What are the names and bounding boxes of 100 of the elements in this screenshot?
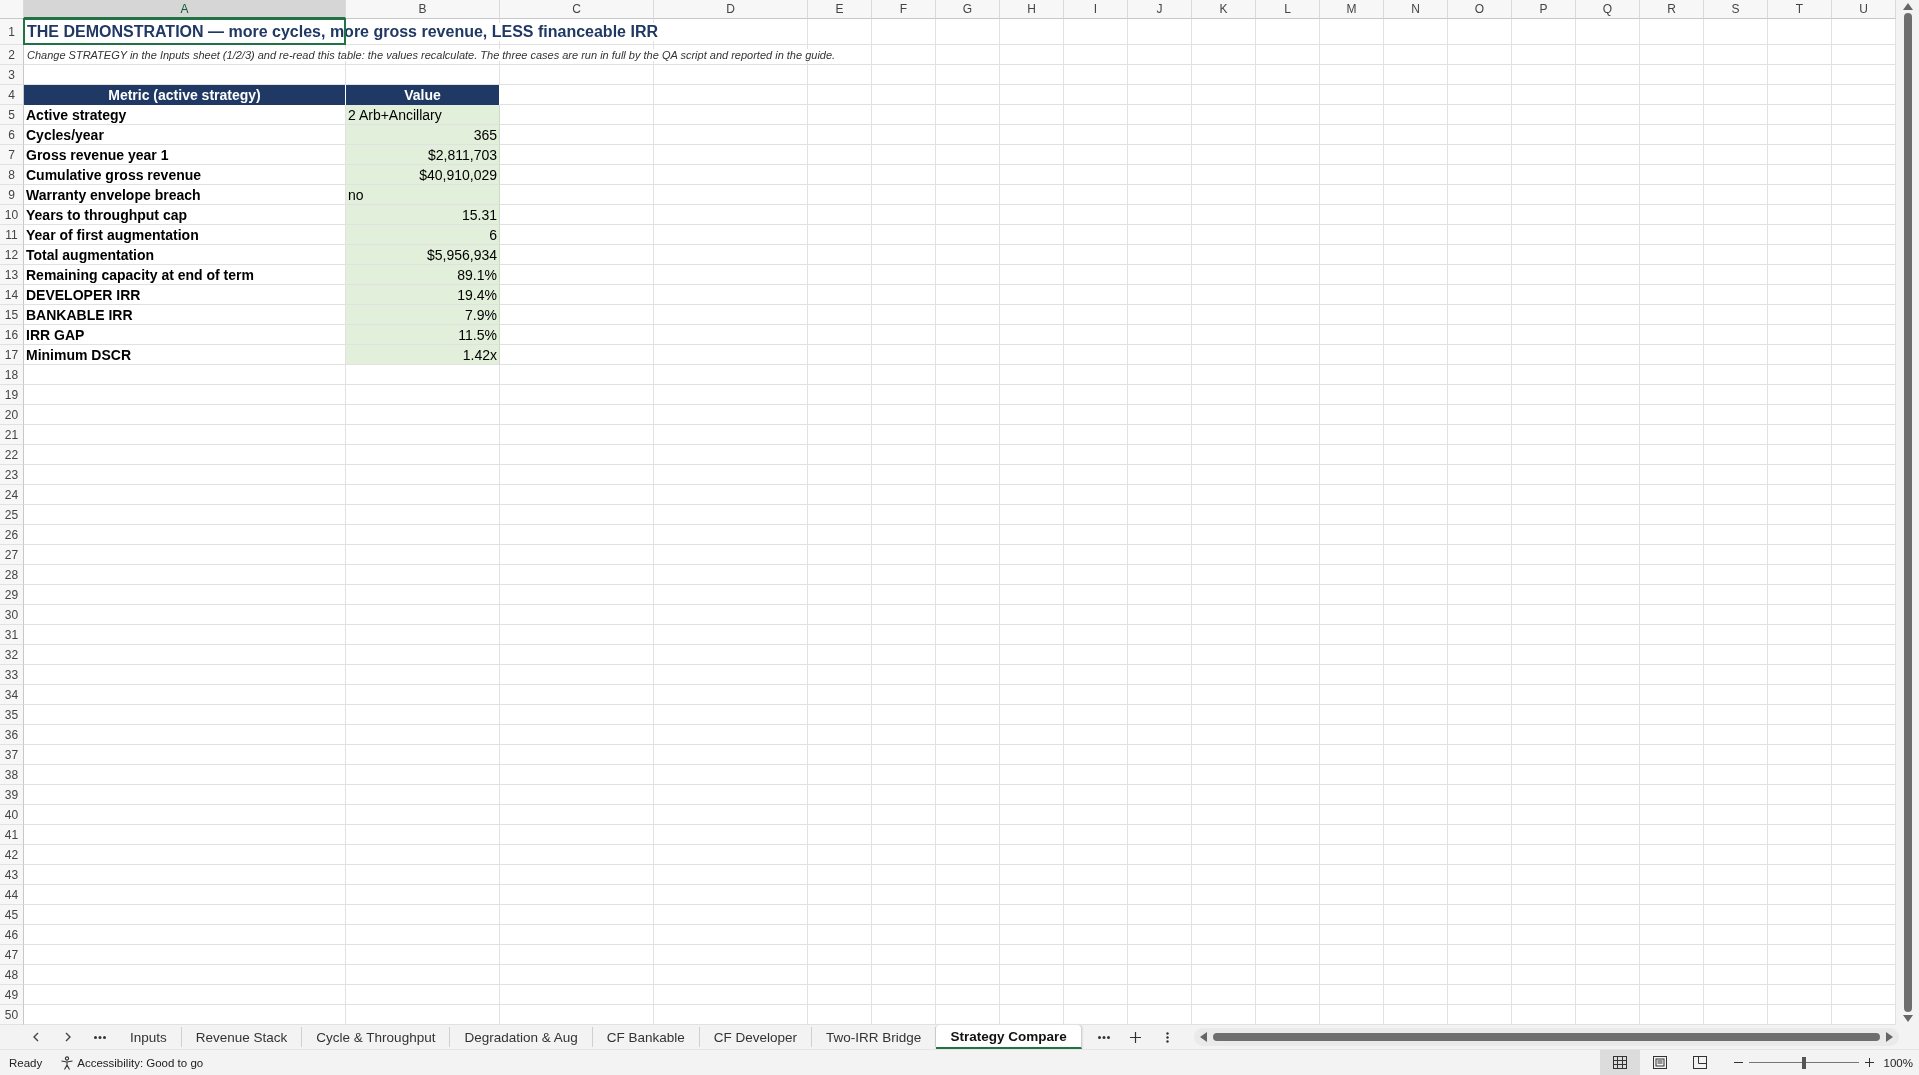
column-header[interactable]: E: [808, 0, 872, 19]
value-cell: 1.42x: [346, 345, 500, 365]
accessibility-status[interactable]: Accessibility: Good to go: [77, 1056, 204, 1069]
row-number[interactable]: 36: [0, 725, 24, 745]
row-number[interactable]: 5: [0, 105, 24, 125]
row-number[interactable]: 48: [0, 965, 24, 985]
sheet-tab[interactable]: Degradation & Aug: [450, 1027, 593, 1047]
column-header[interactable]: M: [1320, 0, 1384, 19]
column-header[interactable]: P: [1512, 0, 1576, 19]
row-number[interactable]: 20: [0, 405, 24, 425]
sheet-tab[interactable]: CF Bankable: [592, 1027, 700, 1047]
sheet-tab[interactable]: Inputs: [116, 1027, 182, 1047]
metric-cell-text: Gross revenue year 1: [25, 146, 170, 165]
column-header[interactable]: R: [1640, 0, 1704, 19]
value-cell: 89.1%: [346, 265, 500, 285]
column-header[interactable]: L: [1256, 0, 1320, 19]
row-number[interactable]: 22: [0, 445, 24, 465]
row-number[interactable]: 33: [0, 665, 24, 685]
sheet-tab[interactable]: CF Developer: [699, 1027, 813, 1047]
row-number[interactable]: 43: [0, 865, 24, 885]
row-number[interactable]: 13: [0, 265, 24, 285]
value-cell: 19.4%: [346, 285, 500, 305]
row-number[interactable]: 29: [0, 585, 24, 605]
column-header[interactable]: C: [500, 0, 654, 19]
metric-cell-text: Year of first augmentation: [25, 226, 200, 245]
row-number[interactable]: 40: [0, 805, 24, 825]
value-cell: 6: [346, 225, 500, 245]
row-number[interactable]: 19: [0, 385, 24, 405]
row-number[interactable]: 26: [0, 525, 24, 545]
table-header: Value: [346, 85, 500, 105]
row-number[interactable]: 39: [0, 785, 24, 805]
value-cell: $2,811,703: [346, 145, 500, 165]
row-number[interactable]: 49: [0, 985, 24, 1005]
row-number[interactable]: 31: [0, 625, 24, 645]
value-cell: $5,956,934: [346, 245, 500, 265]
row-number[interactable]: 50: [0, 1005, 24, 1025]
column-header[interactable]: I: [1064, 0, 1128, 19]
column-header[interactable]: N: [1384, 0, 1448, 19]
row-number[interactable]: 12: [0, 245, 24, 265]
row-number[interactable]: 37: [0, 745, 24, 765]
row-number[interactable]: 47: [0, 945, 24, 965]
column-header[interactable]: K: [1192, 0, 1256, 19]
metric-cell-text: DEVELOPER IRR: [25, 286, 142, 305]
row-number[interactable]: 46: [0, 925, 24, 945]
row-number[interactable]: 35: [0, 705, 24, 725]
row-number[interactable]: 38: [0, 765, 24, 785]
column-header[interactable]: S: [1704, 0, 1768, 19]
row-number[interactable]: 17: [0, 345, 24, 365]
row-number[interactable]: 8: [0, 165, 24, 185]
value-cell: no: [346, 185, 500, 205]
value-cell: 7.9%: [346, 305, 500, 325]
value-cell: 365: [346, 125, 500, 145]
column-header[interactable]: T: [1768, 0, 1832, 19]
metric-cell-text: BANKABLE IRR: [25, 306, 134, 325]
row-number[interactable]: 30: [0, 605, 24, 625]
row-number[interactable]: 18: [0, 365, 24, 385]
column-header[interactable]: Q: [1576, 0, 1640, 19]
metric-cell-text: Years to throughput cap: [25, 206, 188, 225]
row-number[interactable]: 34: [0, 685, 24, 705]
row-number[interactable]: 10: [0, 205, 24, 225]
row-number[interactable]: 32: [0, 645, 24, 665]
row-number[interactable]: 25: [0, 505, 24, 525]
column-header[interactable]: B: [346, 0, 500, 19]
row-number[interactable]: 2: [0, 45, 24, 65]
row-number[interactable]: 21: [0, 425, 24, 445]
value-cell: $40,910,029: [346, 165, 500, 185]
sheet-tab[interactable]: Revenue Stack: [181, 1027, 303, 1047]
row-number[interactable]: 4: [0, 85, 24, 105]
column-header[interactable]: O: [1448, 0, 1512, 19]
row-number[interactable]: 1: [0, 19, 24, 45]
column-header[interactable]: F: [872, 0, 936, 19]
row-number[interactable]: 3: [0, 65, 24, 85]
column-header[interactable]: D: [654, 0, 808, 19]
row-number[interactable]: 28: [0, 565, 24, 585]
column-header[interactable]: G: [936, 0, 1000, 19]
row-number[interactable]: 27: [0, 545, 24, 565]
table-header: Metric (active strategy): [24, 85, 346, 105]
column-header[interactable]: J: [1128, 0, 1192, 19]
column-header[interactable]: U: [1832, 0, 1896, 19]
row-number[interactable]: 14: [0, 285, 24, 305]
row-number[interactable]: 9: [0, 185, 24, 205]
row-number[interactable]: 11: [0, 225, 24, 245]
row-number[interactable]: 7: [0, 145, 24, 165]
zoom-level[interactable]: 100%: [1883, 1056, 1913, 1069]
row-number[interactable]: 6: [0, 125, 24, 145]
row-number[interactable]: 24: [0, 485, 24, 505]
row-number[interactable]: 42: [0, 845, 24, 865]
metric-cell-text: IRR GAP: [25, 326, 86, 345]
value-cell: 15.31: [346, 205, 500, 225]
row-number[interactable]: 44: [0, 885, 24, 905]
row-number[interactable]: 45: [0, 905, 24, 925]
row-number[interactable]: 41: [0, 825, 24, 845]
row-number[interactable]: 15: [0, 305, 24, 325]
sheet-tab[interactable]: Strategy Compare: [936, 1025, 1082, 1049]
column-header[interactable]: H: [1000, 0, 1064, 19]
metric-cell-text: Total augmentation: [25, 246, 156, 265]
row-number[interactable]: 23: [0, 465, 24, 485]
row-number[interactable]: 16: [0, 325, 24, 345]
value-cell: 2 Arb+Ancillary: [346, 105, 500, 125]
sheet-tab[interactable]: Cycle & Throughput: [302, 1027, 451, 1047]
